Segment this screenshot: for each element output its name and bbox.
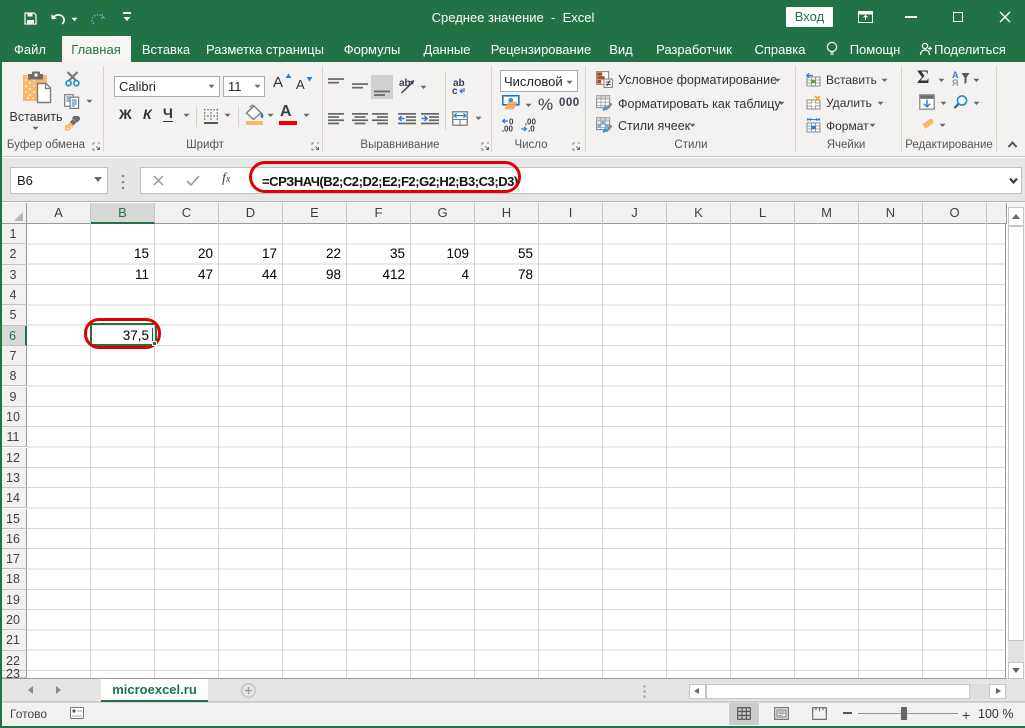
svg-text:,0: ,0 [528,125,535,133]
svg-text:ab: ab [399,78,411,89]
svg-text:Я: Я [952,78,958,87]
svg-text:c: c [452,86,458,95]
svg-text:,00: ,00 [502,125,514,133]
